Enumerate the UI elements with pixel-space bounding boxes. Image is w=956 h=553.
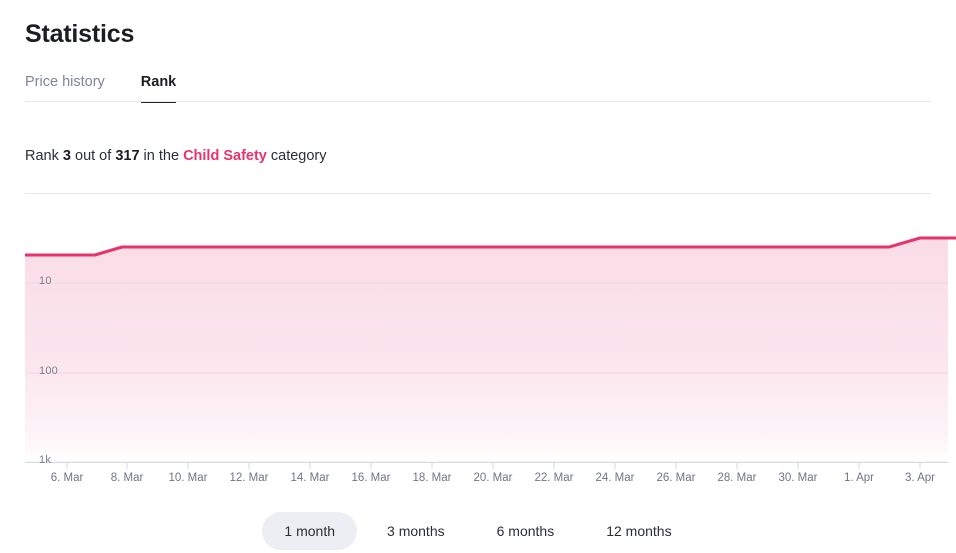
x-tick-label: 8. Mar [110,472,144,484]
x-tick-label: 12. Mar [229,472,269,484]
rank-middle-label: out of [75,148,112,164]
x-tick-label: 22. Mar [534,472,574,484]
x-tick-label: 18. Mar [412,472,452,484]
rank-chart-svg [25,236,956,469]
statistics-panel: Statistics Price history Rank Rank 3 out… [0,0,956,553]
rank-suffix-label: category [270,148,327,164]
x-tick-label: 20. Mar [473,472,513,484]
page-title: Statistics [25,20,135,48]
rank-inthe-label: in the [143,148,180,164]
tab-bar: Price history Rank [25,72,212,103]
x-tick-label: 16. Mar [351,472,391,484]
y-tick-100: 100 [39,365,58,377]
category-link[interactable]: Child Safety [183,148,267,164]
range-6-months[interactable]: 6 months [475,512,577,550]
x-tick-label: 10. Mar [168,472,208,484]
x-tick-label: 14. Mar [290,472,330,484]
x-tick-label: 24. Mar [595,472,635,484]
x-tick-label: 30. Mar [778,472,818,484]
rank-summary: Rank 3 out of 317 in the Child Safety ca… [25,146,327,166]
chart-area-fill [25,238,948,462]
x-tick-label: 28. Mar [717,472,757,484]
range-selector: 1 month 3 months 6 months 12 months [0,512,956,550]
rank-total-value: 317 [115,148,140,164]
rank-value: 3 [62,148,71,164]
range-1-month[interactable]: 1 month [262,512,358,550]
x-tick-label: 3. Apr [904,472,936,484]
rank-chart[interactable]: 10 100 1k 6. Mar 8. Mar 10. Mar 12. Mar … [0,210,956,495]
x-tick-label: 1. Apr [843,472,875,484]
tab-divider [25,101,931,102]
range-12-months[interactable]: 12 months [584,512,693,550]
range-3-months[interactable]: 3 months [365,512,467,550]
y-tick-10: 10 [39,275,52,287]
x-axis-ticks [66,462,921,469]
tab-price-history[interactable]: Price history [25,72,105,102]
x-tick-label: 6. Mar [50,472,84,484]
x-tick-label: 26. Mar [656,472,696,484]
rank-prefix-label: Rank [25,148,59,164]
y-tick-1k: 1k [39,454,52,466]
chart-divider [25,193,931,194]
tab-rank[interactable]: Rank [140,72,177,103]
